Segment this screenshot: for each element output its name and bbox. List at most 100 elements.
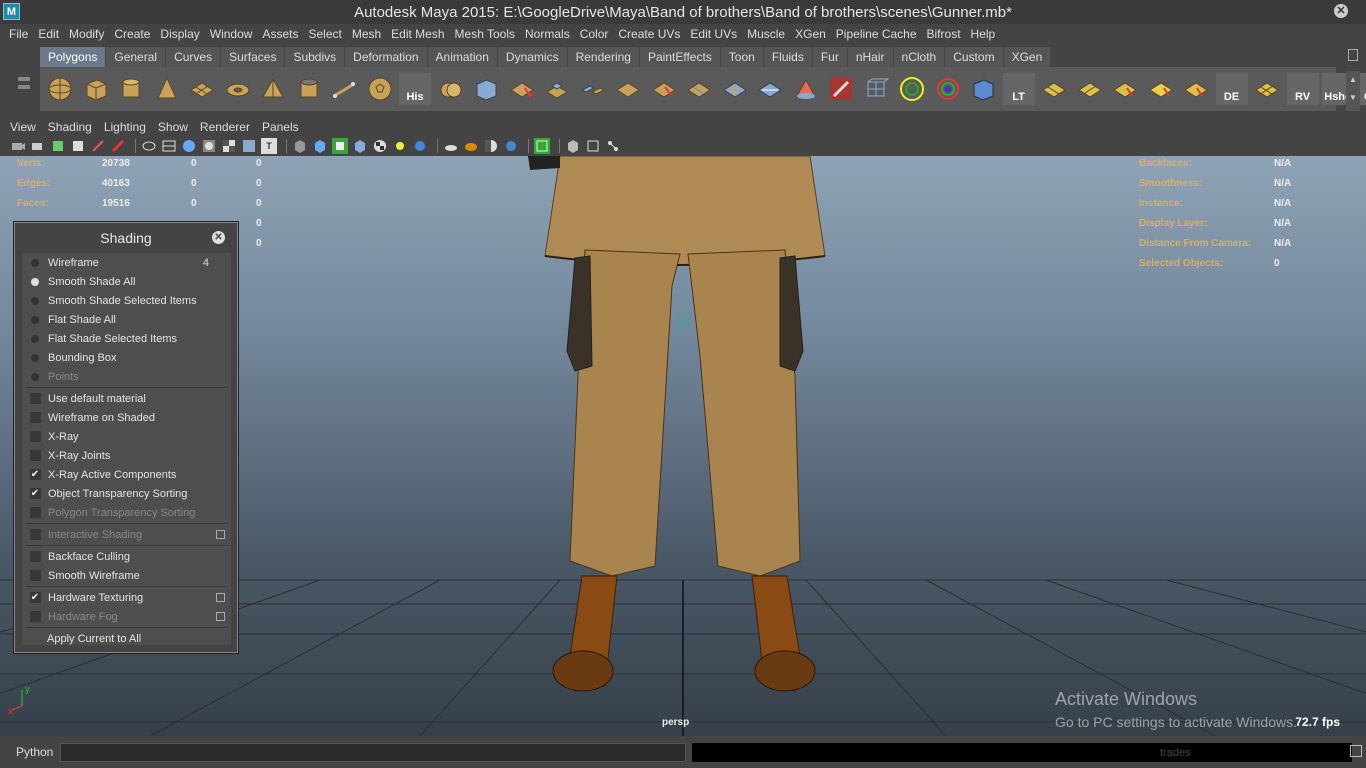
- shelf-tab-fur[interactable]: Fur: [812, 47, 847, 67]
- uv-grid-icon[interactable]: [1251, 73, 1283, 105]
- menu-item-flat-shade-all[interactable]: Flat Shade All: [22, 310, 231, 329]
- xray-components-icon[interactable]: [605, 138, 621, 154]
- separate-icon[interactable]: [470, 73, 502, 105]
- offset-loop-icon[interactable]: [719, 73, 751, 105]
- script-editor-icon[interactable]: [1350, 745, 1362, 757]
- cube-textured-icon[interactable]: [352, 138, 368, 154]
- rv-button[interactable]: RV: [1286, 73, 1319, 105]
- history-button[interactable]: His: [399, 73, 431, 105]
- uv-cut-icon[interactable]: [1109, 73, 1141, 105]
- option-box-icon[interactable]: [216, 593, 225, 602]
- menu-item-bounding-box[interactable]: Bounding Box: [22, 348, 231, 367]
- menu-select[interactable]: Select: [303, 27, 346, 41]
- cube-shaded-icon[interactable]: [312, 138, 328, 154]
- 2d-pan-icon[interactable]: [90, 138, 106, 154]
- uv-layout-icon[interactable]: [1038, 73, 1070, 105]
- extrude-icon[interactable]: [541, 73, 573, 105]
- poly-helix-icon[interactable]: [328, 73, 360, 105]
- menu-item-hardware-texturing[interactable]: ✔ Hardware Texturing: [22, 588, 231, 607]
- menu-edit[interactable]: Edit: [33, 27, 64, 41]
- shelf-tab-nhair[interactable]: nHair: [847, 47, 893, 67]
- shading-menu-header[interactable]: Shading ✕: [15, 223, 237, 253]
- menu-mesh[interactable]: Mesh: [347, 27, 386, 41]
- menu-window[interactable]: Window: [205, 27, 258, 41]
- menu-color[interactable]: Color: [575, 27, 614, 41]
- menu-display[interactable]: Display: [155, 27, 204, 41]
- menu-item-flat-shade-selected[interactable]: Flat Shade Selected Items: [22, 329, 231, 348]
- shelf-tab-ncloth[interactable]: nCloth: [893, 47, 945, 67]
- shelf-tab-general[interactable]: General: [106, 47, 166, 67]
- menu-item-smooth-wireframe[interactable]: Smooth Wireframe: [22, 566, 231, 585]
- shelf-tab-custom[interactable]: Custom: [945, 47, 1003, 67]
- option-box-icon[interactable]: [216, 530, 225, 539]
- menu-item-wireframe[interactable]: Wireframe 4: [22, 253, 231, 272]
- image-plane-icon[interactable]: [70, 138, 86, 154]
- shelf-tab-subdivs[interactable]: Subdivs: [285, 47, 345, 67]
- maya-logo-icon[interactable]: M: [3, 3, 20, 20]
- poly-sphere-icon[interactable]: [44, 73, 76, 105]
- grease-pencil-icon[interactable]: [110, 138, 126, 154]
- shelf-tab-dynamics[interactable]: Dynamics: [497, 47, 567, 67]
- panel-menu-shading[interactable]: Shading: [42, 120, 98, 134]
- wireframe-icon[interactable]: [141, 138, 157, 154]
- shelf-tab-xgen[interactable]: XGen: [1003, 47, 1051, 67]
- menu-bifrost[interactable]: Bifrost: [922, 27, 966, 41]
- lt-button[interactable]: LT: [1002, 73, 1035, 105]
- uv-sew-icon[interactable]: [1145, 73, 1177, 105]
- lights-icon[interactable]: [241, 138, 257, 154]
- menu-xgen[interactable]: XGen: [790, 27, 831, 41]
- shelf-handle-icon[interactable]: [14, 73, 34, 113]
- shelf-tab-polygons[interactable]: Polygons: [40, 47, 106, 67]
- transform-icon[interactable]: [896, 73, 928, 105]
- xray-joints-icon[interactable]: [585, 138, 601, 154]
- shelf-tab-painteffects[interactable]: PaintEffects: [639, 47, 720, 67]
- camera-attributes-icon[interactable]: [30, 138, 46, 154]
- poly-cone-icon[interactable]: [151, 73, 183, 105]
- menu-mesh-tools[interactable]: Mesh Tools: [450, 27, 520, 41]
- menu-assets[interactable]: Assets: [257, 27, 303, 41]
- menu-item-xray[interactable]: X-Ray: [22, 427, 231, 446]
- menu-item-apply-current-to-all[interactable]: Apply Current to All: [22, 629, 231, 648]
- shelf-tab-toon[interactable]: Toon: [720, 47, 763, 67]
- isolate-select-icon[interactable]: [534, 138, 550, 154]
- shelf-tab-fluids[interactable]: Fluids: [763, 47, 812, 67]
- uv-move-icon[interactable]: [1180, 73, 1212, 105]
- menu-pipeline-cache[interactable]: Pipeline Cache: [831, 27, 922, 41]
- menu-create-uvs[interactable]: Create UVs: [613, 27, 685, 41]
- bridge-icon[interactable]: [577, 73, 609, 105]
- panel-menu-lighting[interactable]: Lighting: [98, 120, 152, 134]
- menu-help[interactable]: Help: [966, 27, 1001, 41]
- menu-modify[interactable]: Modify: [64, 27, 109, 41]
- cube-icon[interactable]: [292, 138, 308, 154]
- ambient-occlusion-icon[interactable]: [463, 138, 479, 154]
- menu-file[interactable]: File: [4, 27, 33, 41]
- menu-item-wireframe-on-shaded[interactable]: Wireframe on Shaded: [22, 408, 231, 427]
- checker-icon[interactable]: [332, 138, 348, 154]
- panel-menu-show[interactable]: Show: [152, 120, 194, 134]
- lattice-icon[interactable]: [861, 73, 893, 105]
- menu-edit-uvs[interactable]: Edit UVs: [685, 27, 742, 41]
- menu-item-backface-culling[interactable]: Backface Culling: [22, 547, 231, 566]
- xray-icon[interactable]: [565, 138, 581, 154]
- grid-icon[interactable]: [161, 138, 177, 154]
- poly-soccer-icon[interactable]: [364, 73, 396, 105]
- texture-icon[interactable]: [221, 138, 237, 154]
- shelf-tab-rendering[interactable]: Rendering: [567, 47, 639, 67]
- command-input[interactable]: [60, 743, 686, 762]
- poly-plane-icon[interactable]: [186, 73, 218, 105]
- poly-pipe-icon[interactable]: [293, 73, 325, 105]
- poly-prism-icon[interactable]: [257, 73, 289, 105]
- shelf-tab-surfaces[interactable]: Surfaces: [221, 47, 285, 67]
- shelf-tab-deformation[interactable]: Deformation: [345, 47, 427, 67]
- menu-item-use-default-material[interactable]: Use default material: [22, 389, 231, 408]
- smooth-shade-icon[interactable]: [181, 138, 197, 154]
- menu-item-smooth-shade-selected[interactable]: Smooth Shade Selected Items: [22, 291, 231, 310]
- menu-create[interactable]: Create: [109, 27, 155, 41]
- rotate-manip-icon[interactable]: [932, 73, 964, 105]
- close-icon[interactable]: ✕: [212, 231, 225, 244]
- poly-cube-icon[interactable]: [80, 73, 112, 105]
- checker-ball-icon[interactable]: [372, 138, 388, 154]
- text-icon[interactable]: T: [261, 138, 277, 154]
- extract-icon[interactable]: [506, 73, 538, 105]
- menu-muscle[interactable]: Muscle: [742, 27, 790, 41]
